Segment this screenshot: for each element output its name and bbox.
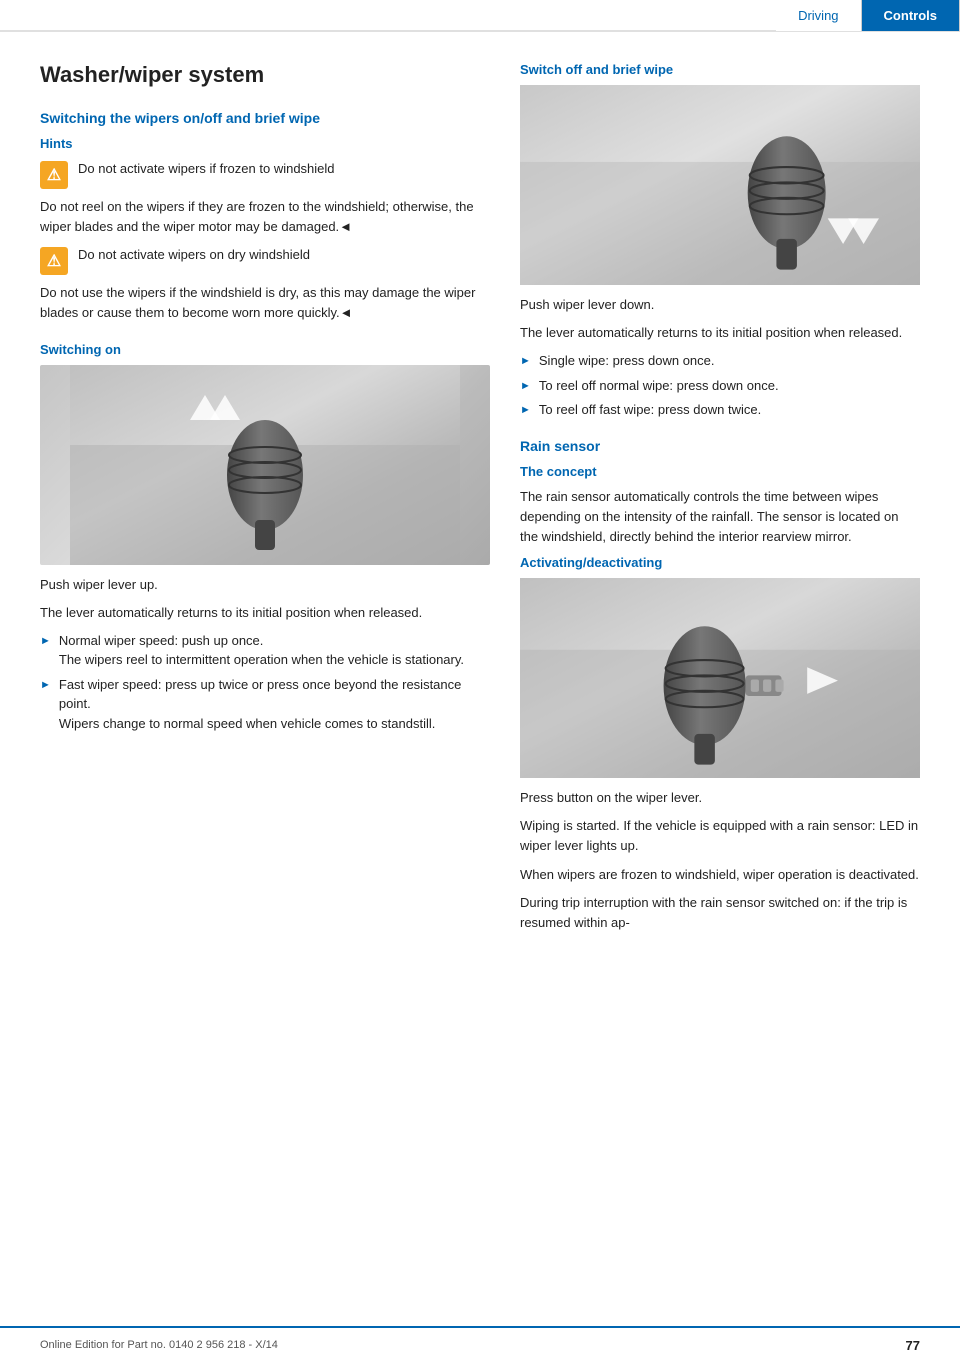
bullet1-text: Normal wiper speed: push up once. bbox=[59, 633, 264, 648]
bullet-arrow-r2: ► bbox=[520, 378, 531, 395]
right-column: Switch off and brief wipe bbox=[520, 62, 920, 951]
hint1-body: Do not reel on the wipers if they are fr… bbox=[40, 197, 490, 237]
left-column: Washer/wiper system Switching the wipers… bbox=[40, 62, 490, 951]
bullet2-sub-text: Wipers change to normal speed when vehic… bbox=[59, 716, 435, 731]
lever-returns-text2: The lever automatically returns to its i… bbox=[520, 323, 920, 343]
activating-title: Activating/deactivating bbox=[520, 555, 920, 570]
trip-text: During trip interruption with the rain s… bbox=[520, 893, 920, 933]
bullet1-sub-text: The wipers reel to intermittent operatio… bbox=[59, 652, 464, 667]
section-title-switching: Switching the wipers on/off and brief wi… bbox=[40, 110, 490, 126]
warning-icon-1: ⚠ bbox=[40, 161, 68, 189]
bullet-item-1: ► Normal wiper speed: push up once. The … bbox=[40, 631, 490, 670]
bullet-arrow-1: ► bbox=[40, 633, 51, 650]
hint1-text: Do not activate wipers if frozen to wind… bbox=[78, 159, 335, 179]
activating-image bbox=[520, 578, 920, 778]
bullet-arrow-r3: ► bbox=[520, 402, 531, 419]
warning-icon-2: ⚠ bbox=[40, 247, 68, 275]
bullet-r3-text: To reel off fast wipe: press down twice. bbox=[539, 400, 761, 420]
activating-svg bbox=[520, 578, 920, 778]
bullet-arrow-2: ► bbox=[40, 677, 51, 694]
push-up-text: Push wiper lever up. bbox=[40, 575, 490, 595]
switch-off-svg bbox=[520, 85, 920, 285]
bullet-arrow-r1: ► bbox=[520, 353, 531, 370]
hint-box-1: ⚠ Do not activate wipers if frozen to wi… bbox=[40, 159, 490, 189]
switching-on-title: Switching on bbox=[40, 342, 490, 357]
tab-driving-label: Driving bbox=[798, 8, 838, 23]
switching-on-bullets: ► Normal wiper speed: push up once. The … bbox=[40, 631, 490, 734]
concept-title: The concept bbox=[520, 464, 920, 479]
page-footer: Online Edition for Part no. 0140 2 956 2… bbox=[0, 1326, 960, 1362]
footer-online-text: Online Edition for Part no. 0140 2 956 2… bbox=[40, 1339, 278, 1351]
frozen-text: When wipers are frozen to windshield, wi… bbox=[520, 865, 920, 885]
switch-off-title: Switch off and brief wipe bbox=[520, 62, 920, 77]
section-rain-sensor: Rain sensor The concept The rain sensor … bbox=[520, 438, 920, 933]
page-title: Washer/wiper system bbox=[40, 62, 490, 88]
rain-sensor-title: Rain sensor bbox=[520, 438, 920, 454]
bullet-r3: ► To reel off fast wipe: press down twic… bbox=[520, 400, 920, 420]
switching-on-image bbox=[40, 365, 490, 565]
concept-body: The rain sensor automatically controls t… bbox=[520, 487, 920, 547]
switch-off-bullets: ► Single wipe: press down once. ► To ree… bbox=[520, 351, 920, 420]
press-button-text: Press button on the wiper lever. bbox=[520, 788, 920, 808]
bullet2-text: Fast wiper speed: press up twice or pres… bbox=[59, 677, 462, 712]
section-switching-wipers: Switching the wipers on/off and brief wi… bbox=[40, 110, 490, 324]
tab-driving[interactable]: Driving bbox=[776, 0, 861, 31]
tab-controls-label: Controls bbox=[884, 8, 937, 23]
switching-on-svg bbox=[40, 365, 490, 565]
wiping-text: Wiping is started. If the vehicle is equ… bbox=[520, 816, 920, 856]
section-switching-on: Switching on bbox=[40, 342, 490, 734]
section-switch-off: Switch off and brief wipe bbox=[520, 62, 920, 420]
hints-title: Hints bbox=[40, 136, 490, 151]
bullet-r1: ► Single wipe: press down once. bbox=[520, 351, 920, 371]
page-number: 77 bbox=[906, 1338, 920, 1353]
hint2-text: Do not activate wipers on dry windshield bbox=[78, 245, 310, 265]
bullet-r1-text: Single wipe: press down once. bbox=[539, 351, 715, 371]
hint2-body: Do not use the wipers if the windshield … bbox=[40, 283, 490, 323]
page-header: Driving Controls bbox=[0, 0, 960, 32]
bullet-r2: ► To reel off normal wipe: press down on… bbox=[520, 376, 920, 396]
push-down-text: Push wiper lever down. bbox=[520, 295, 920, 315]
lever-returns-text: The lever automatically returns to its i… bbox=[40, 603, 490, 623]
hint-box-2: ⚠ Do not activate wipers on dry windshie… bbox=[40, 245, 490, 275]
tab-controls[interactable]: Controls bbox=[862, 0, 960, 31]
header-tabs: Driving Controls bbox=[776, 0, 960, 31]
page-content: Washer/wiper system Switching the wipers… bbox=[0, 32, 960, 991]
bullet-r2-text: To reel off normal wipe: press down once… bbox=[539, 376, 779, 396]
switch-off-image bbox=[520, 85, 920, 285]
bullet-item-2: ► Fast wiper speed: press up twice or pr… bbox=[40, 675, 490, 734]
